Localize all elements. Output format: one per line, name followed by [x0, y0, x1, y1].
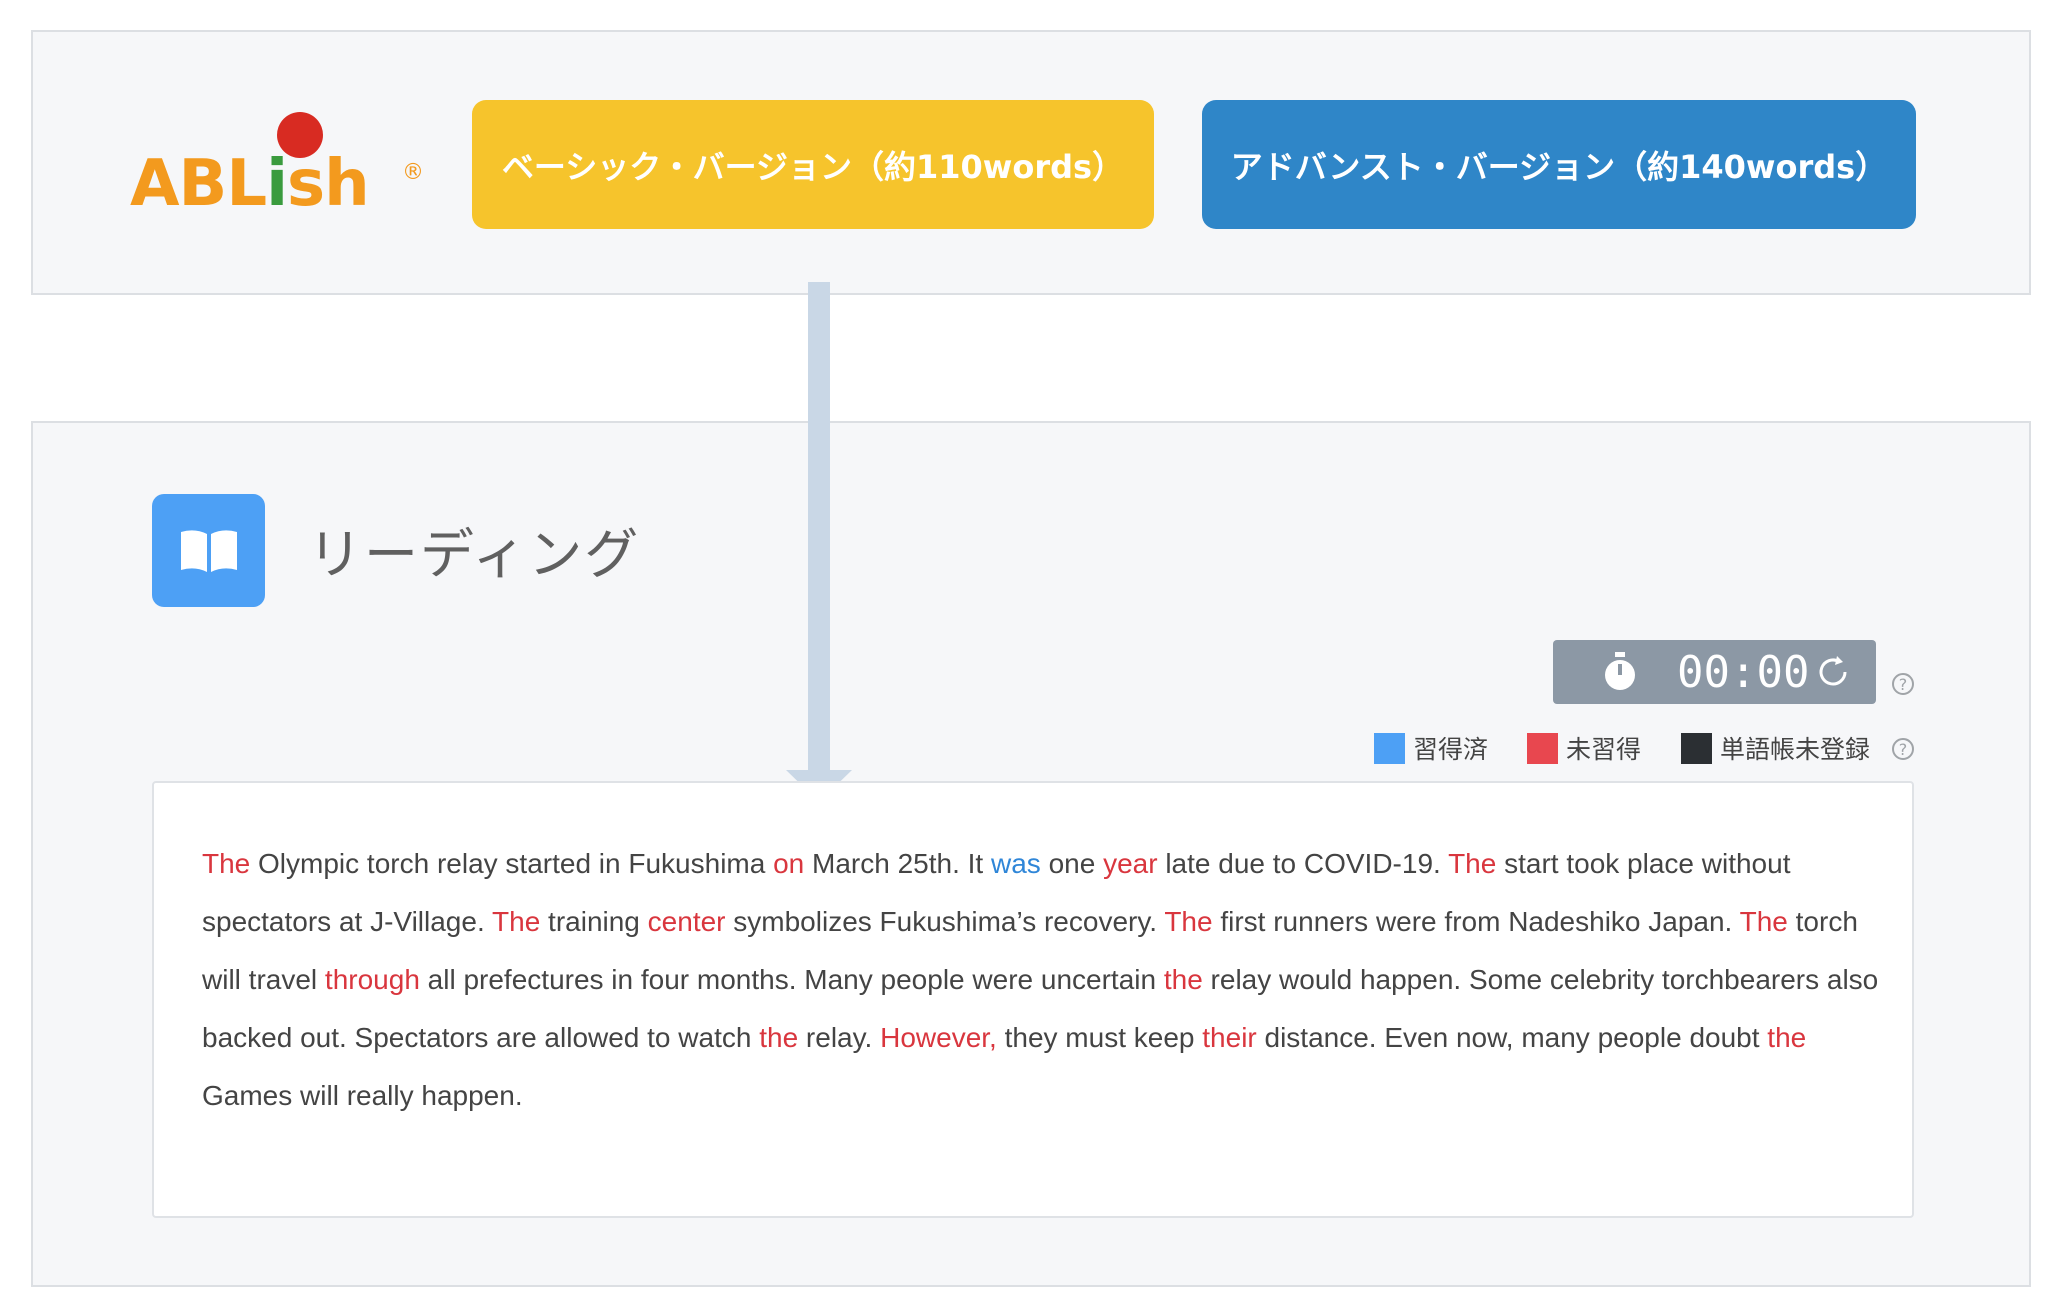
reading-passage-box: The Olympic torch relay started in Fukus…	[152, 781, 1914, 1218]
passage-word-red[interactable]: through	[325, 964, 420, 995]
passage-word-red[interactable]: The	[1164, 906, 1212, 937]
legend-unregistered: 単語帳未登録	[1681, 730, 1870, 766]
book-icon	[152, 494, 265, 607]
advanced-version-button[interactable]: アドバンスト・バージョン（約140words）	[1202, 100, 1916, 229]
passage-text: first runners were from Nadeshiko Japan.	[1212, 906, 1740, 937]
passage-text: one	[1040, 848, 1104, 879]
logo-wordmark: ABLish	[130, 147, 370, 221]
legend-swatch-acquired	[1374, 732, 1405, 764]
reset-icon[interactable]	[1815, 654, 1851, 690]
legend-label: 習得済	[1413, 735, 1489, 764]
timer-help-icon[interactable]: ?	[1892, 673, 1914, 695]
ablish-logo: ABLish ®	[130, 112, 430, 222]
passage-text: symbolizes Fukushima’s recovery.	[725, 906, 1165, 937]
passage-text: all prefectures in four months. Many peo…	[419, 964, 1164, 995]
passage-text: March 25th. It	[804, 848, 991, 879]
passage-word-red[interactable]: the	[1164, 964, 1203, 995]
passage-word-red[interactable]: year	[1103, 848, 1157, 879]
passage-text: Games will really happen.	[202, 1080, 523, 1111]
legend-label: 単語帳未登録	[1720, 735, 1871, 764]
legend-unacquired: 未習得	[1527, 730, 1641, 766]
passage-word-red[interactable]: The	[202, 848, 250, 879]
passage-word-red[interactable]: the	[759, 1022, 798, 1053]
passage-word-blue[interactable]: was	[991, 848, 1041, 879]
registered-mark: ®	[402, 160, 424, 185]
passage-text: they must keep	[996, 1022, 1203, 1053]
passage-word-red[interactable]: center	[648, 906, 726, 937]
passage-word-red[interactable]: their	[1202, 1022, 1256, 1053]
passage-text: late due to COVID-19.	[1157, 848, 1449, 879]
passage-text: Olympic torch relay started in Fukushima	[250, 848, 774, 879]
legend-help-icon[interactable]: ?	[1892, 738, 1914, 760]
passage-text: training	[540, 906, 648, 937]
passage-text: distance. Even now, many people doubt	[1256, 1022, 1768, 1053]
passage-word-red[interactable]: The	[1448, 848, 1496, 879]
legend-swatch-unacquired	[1527, 732, 1558, 764]
passage-word-red[interactable]: on	[773, 848, 804, 879]
reading-passage: The Olympic torch relay started in Fukus…	[202, 835, 1892, 1125]
legend-label: 未習得	[1566, 735, 1642, 764]
passage-word-red[interactable]: The	[1740, 906, 1788, 937]
passage-word-red[interactable]: the	[1767, 1022, 1806, 1053]
reading-title: リーディング	[308, 523, 641, 586]
passage-text: relay.	[798, 1022, 881, 1053]
reading-timer[interactable]: 00:00	[1553, 640, 1876, 704]
legend-swatch-unregistered	[1681, 732, 1712, 764]
basic-version-button[interactable]: ベーシック・バージョン（約110words）	[472, 100, 1154, 229]
passage-word-red[interactable]: However,	[880, 1022, 997, 1053]
flow-arrow-shaft	[808, 282, 830, 772]
timer-value: 00:00	[1677, 647, 1810, 698]
stopwatch-icon	[1605, 652, 1635, 690]
legend-acquired: 習得済	[1374, 730, 1488, 766]
passage-word-red[interactable]: The	[492, 906, 540, 937]
